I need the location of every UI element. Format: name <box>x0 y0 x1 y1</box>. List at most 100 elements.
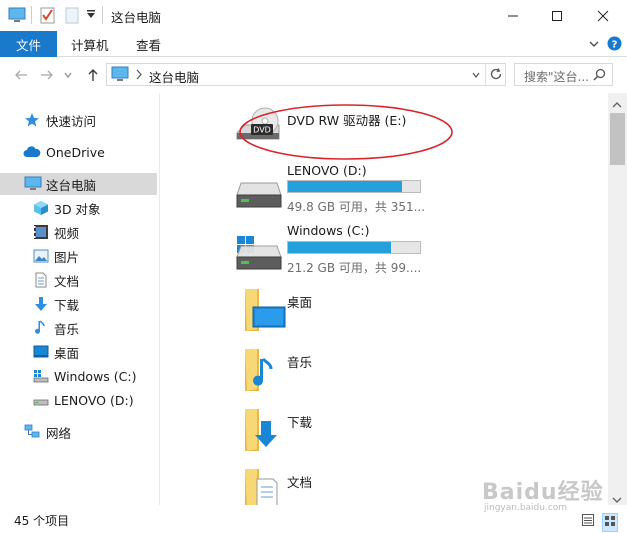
drive-d-icon <box>33 392 49 408</box>
minimize-button[interactable] <box>490 0 536 31</box>
sidebar-item-label: 文档 <box>54 273 80 289</box>
cube-icon <box>33 200 49 216</box>
tab-computer[interactable]: 计算机 <box>71 31 109 57</box>
sidebar-item-label: OneDrive <box>46 144 105 160</box>
folder-name: 音乐 <box>287 355 313 370</box>
sidebar-item-windows-c[interactable]: Windows (C:) <box>0 365 157 387</box>
computer-icon[interactable] <box>8 6 26 27</box>
drive-item-windows-c[interactable]: Windows (C:) 21.2 GB 可用，共 99.... <box>233 220 503 275</box>
annotation-ellipse-stroke <box>239 104 453 160</box>
sidebar-item-music[interactable]: 音乐 <box>0 317 157 339</box>
customize-toolbar-icon[interactable] <box>86 8 96 23</box>
large-icons-view-icon[interactable] <box>602 513 618 532</box>
vertical-scrollbar[interactable] <box>608 93 627 505</box>
desktop-icon <box>33 344 49 360</box>
desktop-folder-icon <box>239 287 287 336</box>
folder-name: 桌面 <box>287 295 313 310</box>
video-icon <box>33 224 49 240</box>
address-bar[interactable]: 这台电脑 <box>106 63 506 86</box>
tab-view[interactable]: 查看 <box>136 31 161 57</box>
drive-usage-fill <box>288 181 402 192</box>
refresh-icon[interactable] <box>489 67 503 84</box>
computer-icon <box>111 66 129 86</box>
help-icon[interactable]: ? <box>607 36 622 54</box>
sidebar-item-onedrive[interactable]: OneDrive <box>0 141 157 163</box>
title-bar: 这台电脑 <box>0 0 627 31</box>
sidebar-item-label: 图片 <box>54 249 80 265</box>
sidebar-item-label: 这台电脑 <box>46 177 97 193</box>
item-count: 45 个项目 <box>14 514 70 528</box>
sidebar-item-documents[interactable]: 文档 <box>0 269 157 291</box>
hard-drive-icon <box>235 181 283 212</box>
sidebar-item-lenovo-d[interactable]: LENOVO (D:) <box>0 389 157 411</box>
download-folder-icon <box>239 407 287 456</box>
annotation-ellipse <box>239 104 453 160</box>
window-title: 这台电脑 <box>111 10 162 25</box>
drive-usage-fill <box>288 242 391 253</box>
search-icon[interactable] <box>593 68 606 84</box>
close-button[interactable] <box>580 0 626 31</box>
music-folder-icon <box>239 347 287 396</box>
back-button[interactable] <box>12 66 30 84</box>
drive-c-icon <box>33 368 49 384</box>
new-folder-icon[interactable] <box>64 6 80 27</box>
up-button[interactable] <box>84 66 102 84</box>
sidebar-item-quick-access[interactable]: 快速访问 <box>0 109 157 131</box>
sidebar-item-downloads[interactable]: 下载 <box>0 293 157 315</box>
drive-space-info: 49.8 GB 可用，共 351... <box>287 200 426 214</box>
scroll-thumb[interactable] <box>610 113 625 165</box>
drive-space-info: 21.2 GB 可用，共 99.... <box>287 261 422 275</box>
drive-usage-bar <box>287 180 421 193</box>
tab-file[interactable]: 文件 <box>0 31 57 57</box>
breadcrumb-chevron-icon[interactable] <box>135 69 143 83</box>
star-icon <box>24 112 40 128</box>
cloud-icon <box>23 144 41 160</box>
folder-name: 文档 <box>287 475 313 490</box>
documents-folder-icon <box>239 467 287 510</box>
sidebar-item-videos[interactable]: 视频 <box>0 221 157 243</box>
computer-icon <box>24 176 42 192</box>
sidebar-item-label: 下载 <box>54 297 80 313</box>
drive-name: LENOVO (D:) <box>287 163 367 178</box>
sidebar-item-label: 桌面 <box>54 345 80 361</box>
details-view-icon[interactable] <box>582 514 594 529</box>
scroll-up-icon[interactable] <box>612 98 622 112</box>
navigation-bar: 这台电脑 搜索"这台... <box>0 57 627 93</box>
folder-item-documents[interactable]: 文档 <box>235 467 415 510</box>
document-icon <box>33 272 49 288</box>
picture-icon <box>33 248 49 264</box>
folder-name: 下载 <box>287 415 313 430</box>
maximize-button[interactable] <box>534 0 580 31</box>
ribbon-tabs: 文件 计算机 查看 ? <box>0 31 627 57</box>
sidebar-item-label: 音乐 <box>54 321 80 337</box>
properties-icon[interactable] <box>40 6 56 27</box>
sidebar-item-label: 3D 对象 <box>54 201 101 217</box>
expand-ribbon-icon[interactable] <box>588 38 600 53</box>
drive-usage-bar <box>287 241 421 254</box>
sidebar-item-label: Windows (C:) <box>54 368 137 384</box>
sidebar-item-network[interactable]: 网络 <box>0 421 157 443</box>
search-placeholder: 搜索"这台... <box>524 70 589 84</box>
folder-item-downloads[interactable]: 下载 <box>235 407 415 457</box>
watermark-sub: jingyan.baidu.com <box>484 503 568 513</box>
sidebar-item-label: 视频 <box>54 225 80 241</box>
recent-locations-button[interactable] <box>62 66 74 84</box>
folder-item-music[interactable]: 音乐 <box>235 347 415 397</box>
drive-name: Windows (C:) <box>287 223 370 238</box>
address-dropdown-icon[interactable] <box>471 69 481 83</box>
sidebar-item-desktop[interactable]: 桌面 <box>0 341 157 363</box>
breadcrumb-current[interactable]: 这台电脑 <box>149 67 199 86</box>
sidebar-item-this-pc[interactable]: 这台电脑 <box>0 173 157 195</box>
sidebar-item-3d-objects[interactable]: 3D 对象 <box>0 197 157 219</box>
windows-drive-icon <box>235 236 283 273</box>
search-input[interactable]: 搜索"这台... <box>514 63 613 86</box>
drive-item-lenovo-d[interactable]: LENOVO (D:) 49.8 GB 可用，共 351... <box>233 159 503 214</box>
svg-text:?: ? <box>612 40 618 51</box>
forward-button[interactable] <box>38 66 56 84</box>
folder-item-desktop[interactable]: 桌面 <box>235 287 415 337</box>
sidebar-item-label: 网络 <box>46 425 72 441</box>
sidebar-item-pictures[interactable]: 图片 <box>0 245 157 267</box>
network-icon <box>24 424 40 440</box>
sidebar-item-label: LENOVO (D:) <box>54 392 134 408</box>
navigation-pane: 快速访问 OneDrive 这台电脑 3D 对象 视频 图片 文档 下载 音乐 … <box>0 93 160 505</box>
